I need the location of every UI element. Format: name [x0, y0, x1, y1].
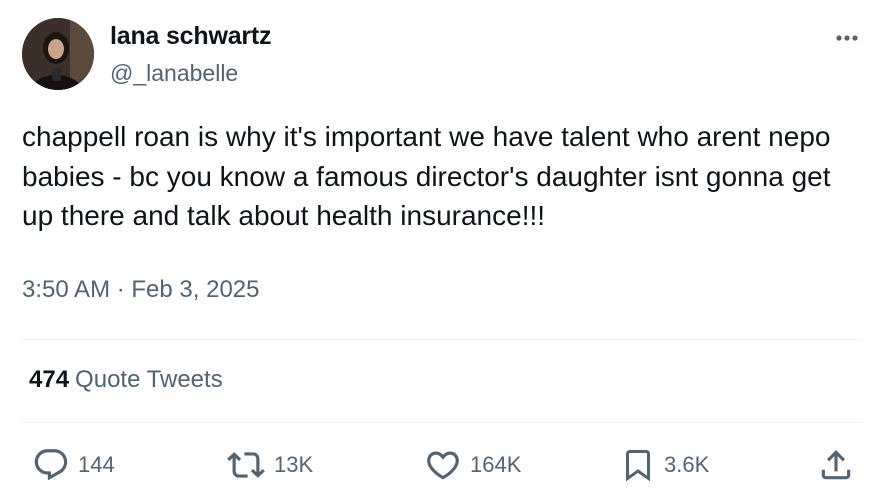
retweet-icon [227, 452, 265, 478]
tweet-timestamp[interactable]: 3:50 AM · Feb 3, 2025 [22, 276, 259, 304]
like-count: 164K [470, 452, 522, 477]
avatar-photo [22, 18, 94, 90]
quote-tweets-link[interactable]: 474 Quote Tweets [29, 366, 223, 394]
quote-tweets-label: Quote Tweets [75, 366, 223, 393]
avatar[interactable] [22, 18, 94, 90]
like-button[interactable]: 164K [424, 446, 521, 484]
retweet-button[interactable]: 13K [226, 446, 313, 484]
divider [22, 339, 863, 340]
share-button[interactable] [817, 446, 855, 484]
reply-icon [34, 449, 68, 481]
tweet-card: lana schwartz @_lanabelle chappell roan … [0, 0, 883, 492]
heart-icon [427, 451, 459, 480]
share-icon [821, 450, 851, 480]
more-options-icon[interactable] [830, 26, 864, 50]
bookmark-icon [626, 450, 650, 482]
tweet-text: chappell roan is why it's important we h… [22, 121, 831, 231]
author-handle[interactable]: @_lanabelle [110, 60, 238, 87]
reply-button[interactable]: 144 [32, 446, 115, 484]
retweet-count: 13K [274, 452, 314, 477]
bookmark-button[interactable]: 3.6K [620, 446, 709, 484]
quote-tweets-count: 474 [29, 366, 70, 393]
divider [22, 422, 863, 423]
author-display-name[interactable]: lana schwartz [110, 22, 272, 51]
bookmark-count: 3.6K [664, 452, 710, 477]
reply-count: 144 [78, 452, 115, 477]
